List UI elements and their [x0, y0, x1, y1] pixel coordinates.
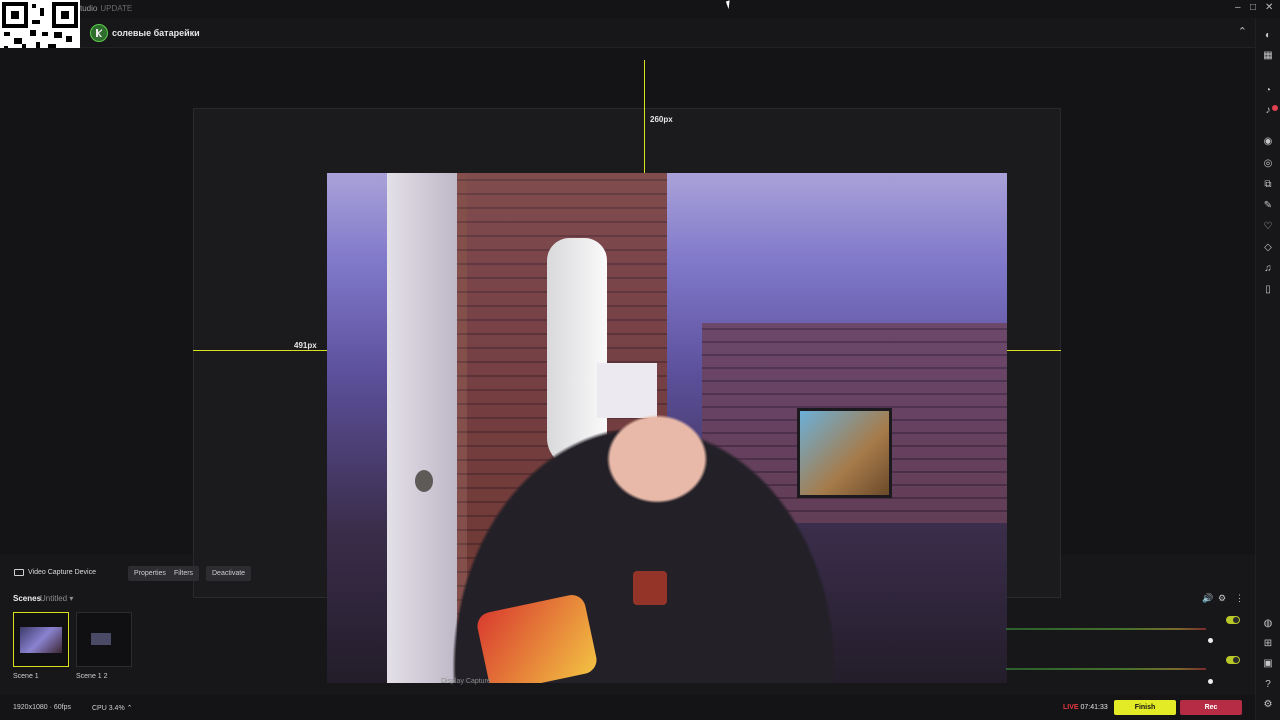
right-sidebar: ◐ ▦ ◔ ♪ ◉ ◎ ⧉ ✎ ♡ ◇ ♫ ▯ ◍ ⊞ ▣ ? ⚙ — [1255, 18, 1280, 720]
camera-source-icon — [14, 569, 24, 576]
chat-icon[interactable]: ◔ — [1262, 85, 1274, 97]
deactivate-button[interactable]: Deactivate — [206, 566, 252, 581]
person — [402, 363, 842, 683]
panel-icon[interactable]: ▣ — [1262, 658, 1274, 670]
account-name[interactable]: солевые батарейки — [112, 28, 200, 38]
rec-button[interactable]: Rec — [1180, 700, 1242, 715]
copy-icon[interactable]: ⧉ — [1262, 179, 1274, 191]
update-badge[interactable]: UPDATE — [100, 4, 132, 13]
chevron-up-icon[interactable]: ⌃ — [1238, 25, 1247, 38]
menu-icon[interactable]: ⋮ — [1235, 593, 1244, 604]
shield-icon[interactable]: ♡ — [1262, 221, 1274, 233]
scene-thumb-2[interactable] — [76, 612, 132, 667]
studio-mode-icon[interactable]: ◐ — [1262, 30, 1274, 42]
layout-icon[interactable]: ▦ — [1262, 50, 1274, 62]
resolution-readout: 1920x1080 · 60fps — [13, 704, 71, 711]
layout-editor-icon[interactable]: ⊞ — [1262, 638, 1274, 650]
volume-slider-1[interactable] — [1208, 638, 1213, 643]
height-dimension-label: 491px — [294, 341, 317, 350]
scene-label-1: Scene 1 — [13, 673, 39, 680]
minimize-icon[interactable]: – — [1235, 2, 1241, 13]
settings-icon[interactable]: ⚙ — [1218, 593, 1226, 604]
avatar[interactable] — [90, 24, 108, 42]
vertical-guide-line — [644, 60, 645, 173]
volume-slider-2[interactable] — [1208, 679, 1213, 684]
scene-collection-select[interactable]: Untitled ▾ — [40, 594, 73, 603]
filters-button[interactable]: Filters — [168, 566, 200, 581]
trash-icon[interactable]: ▯ — [1262, 284, 1274, 296]
scene-label-2: Scene 1 2 — [76, 673, 108, 680]
status-bar: 1920x1080 · 60fps CPU 3.4% ⌃ LIVE 07:41:… — [0, 695, 1255, 720]
live-timer: LIVE 07:41:33 — [1063, 704, 1108, 711]
maximize-icon[interactable]: □ — [1250, 2, 1256, 13]
volume-meter-1 — [1006, 628, 1206, 630]
cpu-readout: CPU 3.4% ⌃ — [92, 705, 133, 712]
horizontal-guide-left — [193, 350, 327, 351]
audio-toggle-2[interactable] — [1226, 656, 1240, 664]
title-bar: tudio UPDATE – □ ✕ — [0, 0, 1280, 18]
source-toolbar: Video Capture Device Properties Filters … — [0, 562, 327, 584]
prime-icon[interactable]: ◍ — [1262, 618, 1274, 630]
account-header: солевые батарейки ⌃ — [80, 18, 1255, 48]
finish-button[interactable]: Finish — [1114, 700, 1176, 715]
app-title: tudio UPDATE — [80, 4, 133, 13]
hoodie-logo — [633, 571, 667, 605]
volume-meter-2 — [1006, 668, 1206, 670]
scenes-header: Scenes — [13, 594, 42, 603]
scene-thumb-1[interactable] — [13, 612, 69, 667]
width-dimension-label: 260px — [650, 115, 673, 124]
webcam-source-video[interactable] — [327, 173, 1007, 683]
audio-mixer: 🔊 ⚙ ⋮ — [1006, 590, 1250, 685]
help-icon[interactable]: ? — [1262, 679, 1274, 691]
camera-icon[interactable]: ◉ — [1262, 136, 1274, 148]
tools-icon[interactable]: ✎ — [1262, 200, 1274, 212]
tag-icon[interactable]: ◇ — [1262, 242, 1274, 254]
notification-badge — [1272, 105, 1278, 111]
record-icon[interactable]: ◎ — [1262, 158, 1274, 170]
audio-toggle-1[interactable] — [1226, 616, 1240, 624]
close-icon[interactable]: ✕ — [1265, 2, 1273, 13]
horizontal-guide-right — [1007, 350, 1061, 351]
speaker-icon[interactable]: 🔊 — [1202, 593, 1213, 604]
hidden-source-label: Display Capture — [441, 678, 491, 685]
gear-icon[interactable]: ⚙ — [1262, 699, 1274, 711]
source-name: Video Capture Device — [28, 569, 96, 576]
properties-button[interactable]: Properties — [128, 566, 172, 581]
music-icon[interactable]: ♫ — [1262, 263, 1274, 275]
